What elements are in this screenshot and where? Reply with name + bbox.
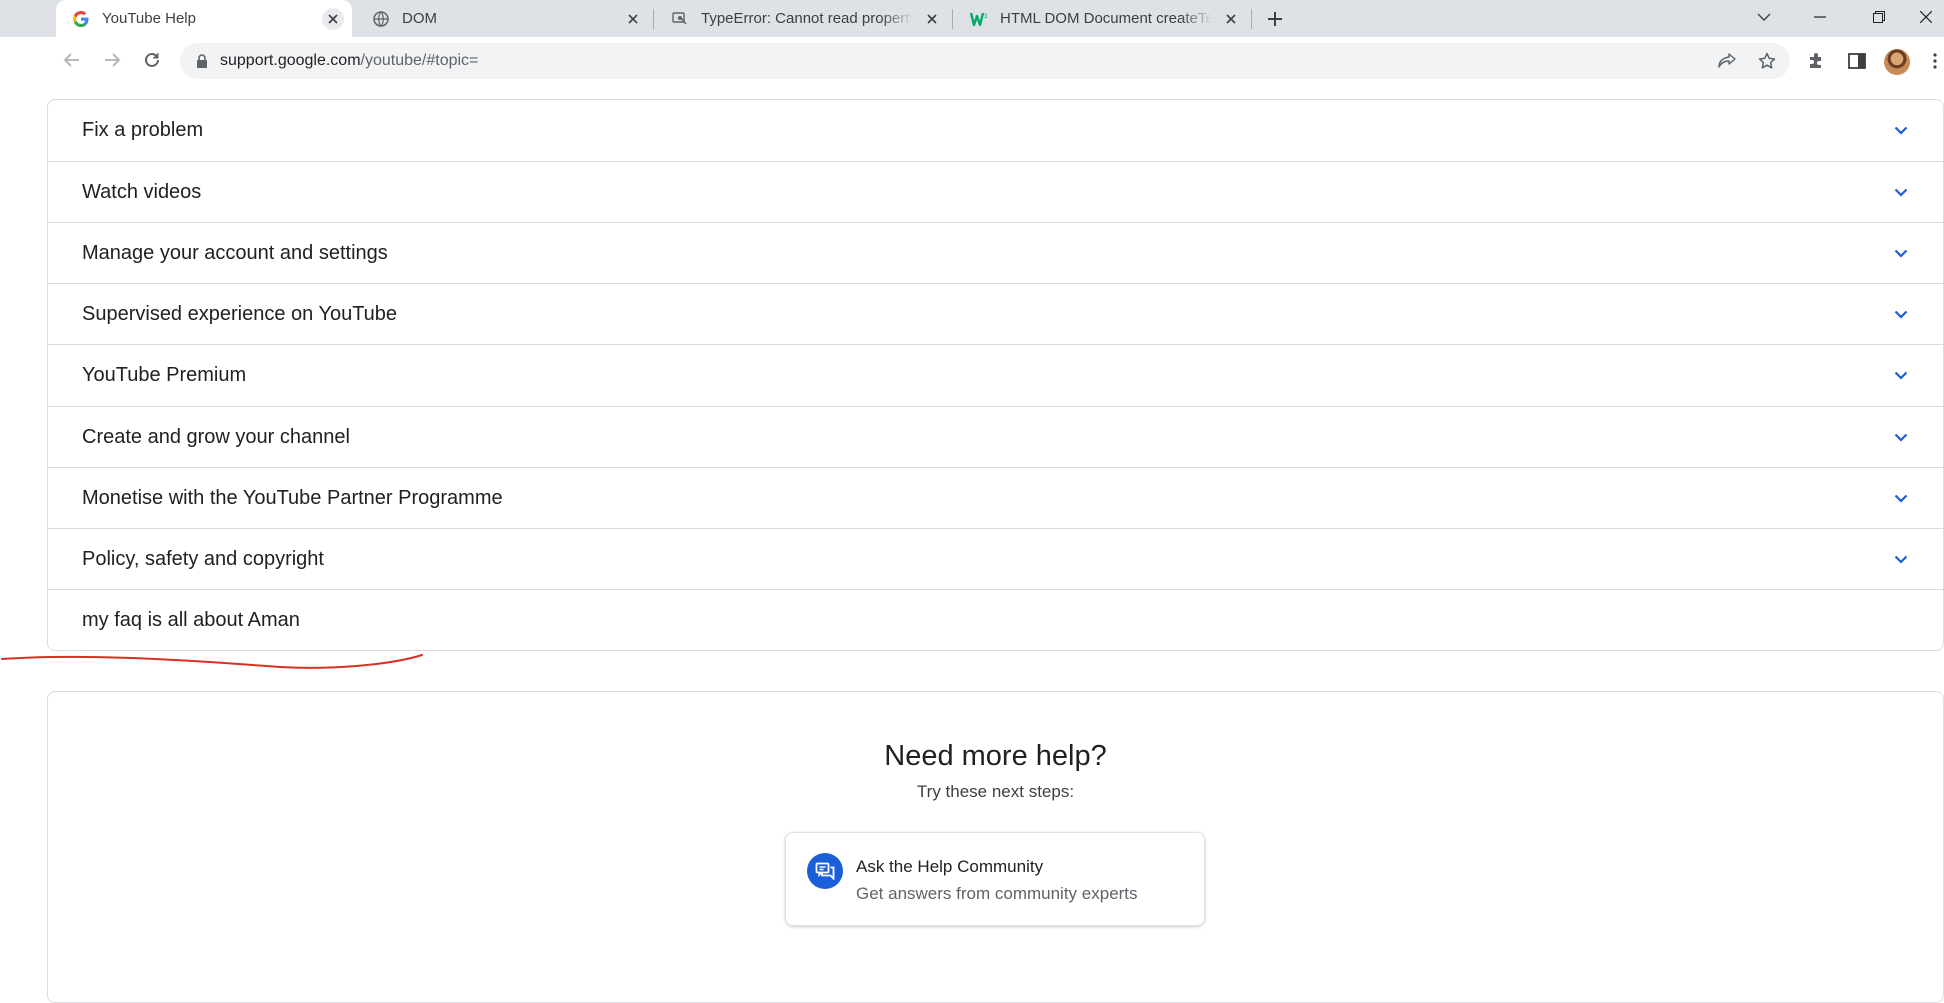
chevron-down-icon: [1757, 13, 1771, 21]
profile-avatar[interactable]: [1884, 49, 1910, 75]
tab-title: DOM: [402, 10, 437, 27]
tab-separator: [1251, 9, 1252, 29]
svg-text:3: 3: [984, 14, 988, 20]
faq-item-label: Supervised experience on YouTube: [82, 302, 398, 325]
reload-button[interactable]: [137, 45, 167, 75]
faq-item-custom[interactable]: my faq is all about Aman: [48, 589, 1943, 650]
tab-title: TypeError: Cannot read property: [701, 10, 913, 27]
tab-w3schools[interactable]: 3 HTML DOM Document createTextNode: [954, 0, 1250, 37]
close-tab-icon[interactable]: [322, 7, 344, 30]
need-more-help-section: Need more help? Try these next steps: As…: [47, 691, 1944, 1003]
arrow-left-icon: [63, 53, 79, 67]
url-path: /youtube/#topic=: [360, 52, 479, 69]
tab-youtube-help[interactable]: YouTube Help: [56, 0, 352, 37]
faq-item-label: Watch videos: [82, 180, 202, 203]
faq-item-watch-videos[interactable]: Watch videos: [48, 161, 1943, 222]
faq-item-policy-safety[interactable]: Policy, safety and copyright: [48, 528, 1943, 589]
tab-title: YouTube Help: [102, 10, 196, 27]
tab-dom[interactable]: DOM: [356, 0, 652, 37]
chevron-down-icon[interactable]: [1891, 304, 1911, 324]
side-panel-button[interactable]: [1843, 47, 1871, 75]
faq-item-label: Monetise with the YouTube Partner Progra…: [82, 486, 503, 509]
stackoverflow-icon: [671, 10, 689, 28]
minimize-icon: [1814, 15, 1826, 18]
chevron-down-icon[interactable]: [1891, 488, 1911, 508]
help-title: Need more help?: [884, 740, 1107, 772]
star-icon: [1758, 52, 1776, 69]
faq-item-fix-a-problem[interactable]: Fix a problem: [48, 100, 1943, 161]
ask-community-card[interactable]: Ask the Help Community Get answers from …: [785, 832, 1205, 926]
tab-search-button[interactable]: [1741, 0, 1787, 33]
arrow-right-icon: [105, 53, 121, 67]
faq-item-monetise[interactable]: Monetise with the YouTube Partner Progra…: [48, 467, 1943, 528]
chevron-down-icon[interactable]: [1891, 182, 1911, 202]
google-g-icon: [72, 10, 90, 28]
page-content: Fix a problem Watch videos Manage your a…: [0, 87, 1944, 1003]
minimize-button[interactable]: [1797, 0, 1843, 33]
tab-title: HTML DOM Document createTextNode: [1000, 10, 1212, 27]
faq-item-label: YouTube Premium: [82, 363, 247, 386]
faq-accordion: Fix a problem Watch videos Manage your a…: [47, 99, 1944, 651]
tab-typeerror[interactable]: TypeError: Cannot read property: [655, 0, 951, 37]
chevron-down-icon[interactable]: [1891, 427, 1911, 447]
faq-item-supervised-experience[interactable]: Supervised experience on YouTube: [48, 283, 1943, 344]
puzzle-icon: [1810, 53, 1821, 68]
chevron-down-icon[interactable]: [1891, 365, 1911, 385]
chevron-down-icon[interactable]: [1891, 120, 1911, 140]
red-underline-annotation: [1, 654, 423, 669]
forward-button[interactable]: [97, 45, 127, 75]
address-bar[interactable]: support.google.com/youtube/#topic=: [180, 43, 1790, 79]
chevron-down-icon[interactable]: [1891, 243, 1911, 263]
faq-item-label: Manage your account and settings: [82, 241, 388, 264]
community-description: Get answers from community experts: [856, 884, 1138, 903]
bookmark-button[interactable]: [1753, 47, 1781, 75]
kebab-menu-icon: [1933, 53, 1937, 69]
faq-item-label: Policy, safety and copyright: [82, 547, 324, 570]
chevron-down-icon[interactable]: [1891, 549, 1911, 569]
close-tab-icon[interactable]: [622, 8, 644, 30]
faq-item-create-channel[interactable]: Create and grow your channel: [48, 406, 1943, 467]
new-tab-button[interactable]: [1262, 6, 1288, 32]
share-icon: [1718, 53, 1736, 68]
restore-icon: [1873, 10, 1885, 23]
faq-item-youtube-premium[interactable]: YouTube Premium: [48, 344, 1943, 405]
faq-item-label: my faq is all about Aman: [82, 608, 300, 631]
tab-separator: [653, 9, 654, 29]
faq-item-label: Fix a problem: [82, 119, 204, 141]
side-panel-icon: [1848, 53, 1866, 69]
back-button[interactable]: [57, 45, 87, 75]
url-host: support.google.com: [220, 52, 361, 69]
faq-item-label: Create and grow your channel: [82, 425, 350, 448]
tab-strip: YouTube Help DOM TypeError: Cannot read …: [0, 0, 1944, 37]
reload-icon: [145, 52, 159, 67]
share-button[interactable]: [1713, 47, 1741, 75]
tab-separator: [952, 9, 953, 29]
close-icon: [1919, 10, 1932, 23]
extensions-button[interactable]: [1802, 47, 1830, 75]
browser-toolbar: support.google.com/youtube/#topic=: [0, 37, 1944, 87]
w3schools-icon: 3: [970, 10, 988, 28]
lock-icon[interactable]: [196, 53, 208, 69]
menu-button[interactable]: [1926, 47, 1944, 75]
plus-icon: [1268, 12, 1282, 26]
community-title: Ask the Help Community: [856, 857, 1044, 876]
faq-item-manage-account[interactable]: Manage your account and settings: [48, 222, 1943, 283]
globe-icon: [372, 10, 390, 28]
close-tab-icon[interactable]: [1220, 8, 1242, 30]
close-tab-icon[interactable]: [921, 8, 943, 30]
restore-button[interactable]: [1856, 0, 1902, 33]
close-window-button[interactable]: [1907, 0, 1944, 33]
help-subtitle: Try these next steps:: [916, 782, 1075, 801]
url-text[interactable]: support.google.com/youtube/#topic=: [220, 52, 478, 70]
forum-icon: [807, 853, 843, 889]
